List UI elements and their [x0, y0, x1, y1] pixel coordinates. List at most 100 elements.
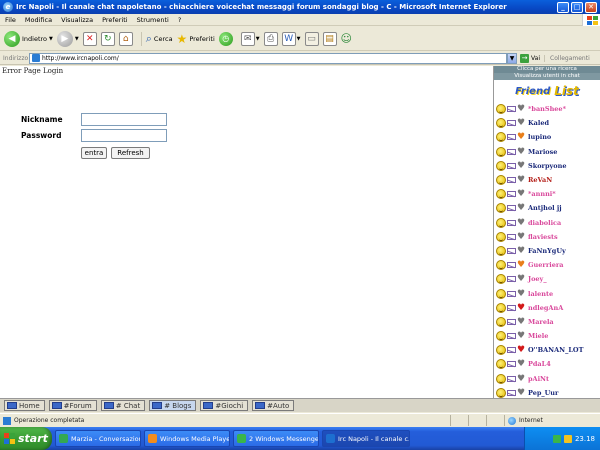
- refresh-form-button[interactable]: Refresh: [111, 147, 150, 159]
- friend-item[interactable]: ♥ Miele: [494, 329, 600, 343]
- message-icon[interactable]: [507, 233, 516, 240]
- menu-strumenti[interactable]: Strumenti: [137, 16, 169, 24]
- tab-home[interactable]: Home: [4, 400, 45, 411]
- friend-item[interactable]: ♥ FaNnYgUy: [494, 244, 600, 258]
- forward-dropdown-icon[interactable]: ▼: [75, 36, 79, 42]
- menu-visualizza[interactable]: Visualizza: [61, 16, 93, 24]
- friend-item[interactable]: ♥ Kaled: [494, 116, 600, 130]
- view-users-link[interactable]: Visualizza utenti in chat: [494, 73, 600, 80]
- friend-name[interactable]: Miele: [528, 332, 548, 340]
- messenger-tray-icon[interactable]: [552, 434, 561, 443]
- friend-item[interactable]: ♥ O''BANAN_LOT: [494, 343, 600, 357]
- message-icon[interactable]: [507, 191, 516, 198]
- friend-item[interactable]: ♥ *banShee*: [494, 102, 600, 116]
- links-label[interactable]: Collegamenti: [544, 54, 600, 62]
- friend-name[interactable]: Mariose: [528, 148, 557, 156]
- friend-name[interactable]: FaNnYgUy: [528, 247, 566, 255]
- friend-item[interactable]: ♥ flaviests: [494, 230, 600, 244]
- friend-name[interactable]: Guerriera: [528, 261, 564, 269]
- start-button[interactable]: start: [0, 427, 52, 450]
- address-field[interactable]: http://www.ircnapoli.com/: [29, 52, 508, 64]
- friend-item[interactable]: ♥ Mariose: [494, 145, 600, 159]
- taskbar-item[interactable]: Marzia - Conversazione: [55, 430, 141, 447]
- tab-forum[interactable]: #Forum: [48, 400, 97, 411]
- friend-item[interactable]: ♥ Marela: [494, 315, 600, 329]
- friend-item[interactable]: ♥ *annni*: [494, 187, 600, 201]
- taskbar-item[interactable]: Windows Media Player: [144, 430, 230, 447]
- favorites-button[interactable]: ★ Preferiti: [177, 32, 215, 46]
- password-input[interactable]: [81, 129, 167, 142]
- mail-button[interactable]: ✉ ▼: [240, 31, 260, 46]
- friend-item[interactable]: ♥ Pep_Uur: [494, 386, 600, 398]
- edit-dropdown-icon[interactable]: ▼: [297, 36, 301, 42]
- message-icon[interactable]: [507, 361, 516, 368]
- tab-giochi[interactable]: #Giochi: [200, 400, 249, 411]
- refresh-button[interactable]: ↻: [100, 31, 115, 46]
- message-icon[interactable]: [507, 247, 516, 254]
- menu-file[interactable]: File: [5, 16, 16, 24]
- taskbar-item[interactable]: 2 Windows Messenger: [233, 430, 319, 447]
- friend-name[interactable]: *banShee*: [528, 105, 566, 113]
- friend-name[interactable]: Skorpyone: [528, 162, 566, 170]
- friend-name[interactable]: *annni*: [528, 190, 556, 198]
- friend-name[interactable]: ReVaN: [528, 176, 552, 184]
- message-icon[interactable]: [507, 333, 516, 340]
- friend-item[interactable]: ♥ PdaL4: [494, 357, 600, 371]
- search-users-link[interactable]: Clicca per una ricerca: [494, 66, 600, 73]
- friend-item[interactable]: ♥ ndlegAnA: [494, 301, 600, 315]
- friend-item[interactable]: ♥ ReVaN: [494, 173, 600, 187]
- forward-button[interactable]: ▶ ▼: [56, 30, 79, 47]
- message-icon[interactable]: [507, 318, 516, 325]
- menu-modifica[interactable]: Modifica: [25, 16, 52, 24]
- message-icon[interactable]: [507, 304, 516, 311]
- friend-item[interactable]: ♥ lalente: [494, 286, 600, 300]
- friend-name[interactable]: PdaL4: [528, 360, 551, 368]
- taskbar-item[interactable]: Irc Napoli - Il canale c...: [322, 430, 410, 447]
- menu-preferiti[interactable]: Preferiti: [102, 16, 127, 24]
- back-dropdown-icon[interactable]: ▼: [49, 36, 53, 42]
- edit-button[interactable]: W ▼: [281, 31, 301, 46]
- menu-help[interactable]: ?: [178, 16, 181, 24]
- message-icon[interactable]: [507, 134, 516, 141]
- friend-item[interactable]: ♥ pAiNt: [494, 372, 600, 386]
- volume-tray-icon[interactable]: [563, 434, 572, 443]
- message-icon[interactable]: [507, 162, 516, 169]
- friend-name[interactable]: Marela: [528, 318, 554, 326]
- friend-name[interactable]: O''BANAN_LOT: [528, 346, 583, 354]
- friend-item[interactable]: ♥ Guerriera: [494, 258, 600, 272]
- home-button[interactable]: ⌂: [118, 31, 133, 46]
- friend-name[interactable]: Pep_Uur: [528, 389, 558, 397]
- friend-item[interactable]: ♥ Skorpyone: [494, 159, 600, 173]
- friend-name[interactable]: flaviests: [528, 233, 558, 241]
- research-button[interactable]: ▤: [322, 31, 337, 46]
- stop-button[interactable]: ✕: [82, 31, 97, 46]
- tab-chat[interactable]: # Chat: [100, 400, 146, 411]
- tab-blogs[interactable]: # Blogs: [149, 400, 197, 411]
- friend-name[interactable]: lupino: [528, 133, 551, 141]
- search-button[interactable]: ⌕ Cerca: [140, 31, 173, 46]
- minimize-button[interactable]: _: [557, 1, 569, 13]
- message-icon[interactable]: [507, 106, 516, 113]
- message-icon[interactable]: [507, 389, 516, 396]
- enter-button[interactable]: entra: [81, 147, 107, 159]
- mail-dropdown-icon[interactable]: ▼: [256, 36, 260, 42]
- message-icon[interactable]: [507, 219, 516, 226]
- discuss-button[interactable]: ▭: [304, 31, 319, 46]
- close-button[interactable]: ✕: [585, 1, 597, 13]
- message-icon[interactable]: [507, 120, 516, 127]
- friend-name[interactable]: Joey_: [528, 275, 547, 283]
- address-dropdown-icon[interactable]: ▼: [507, 52, 518, 64]
- back-button[interactable]: ◀ Indietro ▼: [4, 30, 53, 47]
- message-icon[interactable]: [507, 177, 516, 184]
- message-icon[interactable]: [507, 262, 516, 269]
- nickname-input[interactable]: [81, 113, 167, 126]
- message-icon[interactable]: [507, 276, 516, 283]
- friend-item[interactable]: ♥ diabolica: [494, 216, 600, 230]
- message-icon[interactable]: [507, 347, 516, 354]
- message-icon[interactable]: [507, 148, 516, 155]
- print-button[interactable]: ⎙: [263, 31, 278, 46]
- tab-auto[interactable]: #Auto: [252, 400, 295, 411]
- friend-item[interactable]: ♥ Joey_: [494, 272, 600, 286]
- friend-name[interactable]: pAiNt: [528, 375, 549, 383]
- friend-name[interactable]: lalente: [528, 290, 553, 298]
